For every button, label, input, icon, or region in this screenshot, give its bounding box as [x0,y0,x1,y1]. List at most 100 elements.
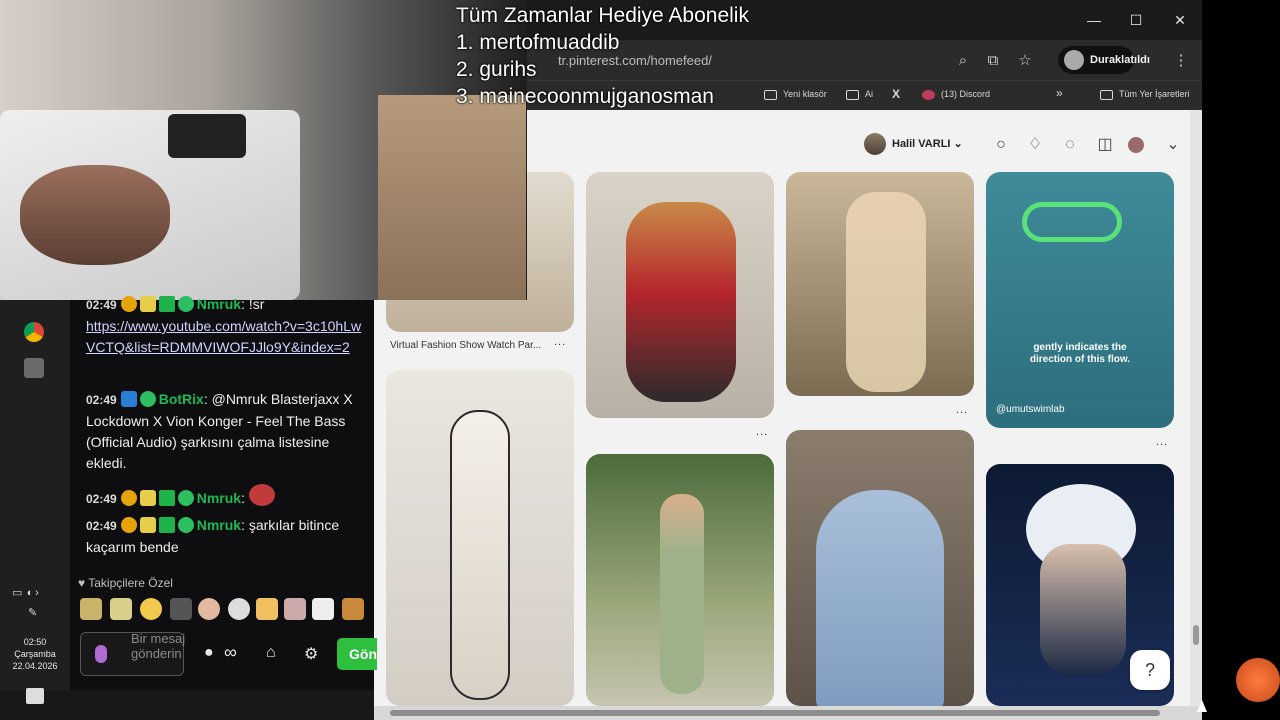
microphone-icon[interactable] [95,645,107,663]
search-icon[interactable]: ○ [990,134,1012,156]
chat-input-placeholder: Bir mesaj gönderin [131,631,186,661]
gift-badge-icon [158,296,175,312]
chrome-icon[interactable] [24,322,44,342]
emote-icon[interactable] [198,598,220,620]
overlay-rank-1: 1. mertofmuaddib [456,31,620,54]
sub-badge-icon [120,517,137,533]
maximize-icon[interactable]: ☐ [1122,8,1150,32]
chat-input[interactable]: Bir mesaj gönderin [80,631,185,676]
notification-bell-icon[interactable]: ♢ [1024,134,1046,156]
chat-link[interactable]: https://www.youtube.com/watch?v=3c10hLwV… [86,318,361,355]
emote-icon[interactable] [80,598,102,620]
account-switcher[interactable]: Halil VARLI ⌄ [864,130,963,158]
overlay-rank-3: 3. mainecoonmujganosman [456,85,714,108]
gift-badge-icon [158,490,175,506]
sub-badge-icon [120,296,137,312]
emote-icon[interactable] [284,598,306,620]
emote-icon[interactable] [140,598,162,620]
install-icon[interactable]: ⧉ [982,50,1004,72]
pin-figure [846,192,926,392]
pin-blue-gown[interactable] [786,430,974,706]
emote-icon[interactable] [170,598,192,620]
profile-label: Duraklatıldı [1090,54,1150,66]
overlay-title: Tüm Zamanlar Hediye Abonelik [456,4,749,27]
bookmark-discord[interactable]: (13) Discord [922,89,990,100]
discord-icon [922,89,935,100]
profile-button[interactable]: Duraklatıldı [1058,46,1150,74]
messages-icon[interactable]: ◌ [1059,134,1081,156]
pin-swim[interactable]: gently indicates the direction of this f… [986,172,1174,428]
help-button[interactable]: ? [1130,650,1170,690]
bookmark-yeni-klasor[interactable]: Yeni klasör [764,89,827,100]
folder-icon [764,89,777,100]
chat-message: 02:49 Nmruk: !sr https://www.youtube.com/… [86,296,362,355]
emote-icon[interactable] [256,598,278,620]
gift-leaderboard-overlay: Tüm Zamanlar Hediye Abonelik 1. mertofmu… [456,2,749,110]
taskbar-bottom [0,688,374,720]
webcam-person [20,165,170,265]
verified-badge-icon [139,391,156,407]
close-icon[interactable]: ✕ [1166,8,1194,32]
pin-archer[interactable] [786,172,974,396]
sub-badge-icon [120,490,137,506]
emote-icon[interactable] [228,598,250,620]
bot-badge-icon [120,391,137,407]
pin-figure [626,202,736,402]
profile-avatar-icon[interactable] [1128,137,1144,153]
minimize-icon[interactable]: — [1080,8,1108,32]
vertical-scrollbar[interactable] [1190,110,1202,710]
store-icon[interactable]: ⌂ [266,644,276,662]
chat-username[interactable]: Nmruk [197,296,241,312]
bookmarks-overflow-icon[interactable]: » [1056,86,1063,100]
infinity-icon[interactable]: ∞ [224,642,237,663]
emote-icon[interactable] [312,598,334,620]
webcam-device [168,114,246,158]
bookmark-ai[interactable]: Ai [846,89,873,100]
chat-username[interactable]: BotRix [159,391,204,407]
gift-badge-icon [158,517,175,533]
chat-username[interactable]: Nmruk [197,490,241,506]
scrollbar-thumb[interactable] [390,710,1160,716]
emote-badge-icon [139,490,156,506]
menu-kebab-icon[interactable]: ⋮ [1170,50,1192,72]
bookmark-x[interactable]: X [892,87,900,101]
pin-luffy[interactable] [586,172,774,418]
overlay-rank-2: 2. gurihs [456,58,537,81]
emote-icon [248,484,275,506]
pin-more-icon[interactable]: ... [1156,436,1168,448]
webcam-feed [0,0,527,300]
pin-jumpsuit[interactable] [386,370,574,706]
bookmark-all[interactable]: Tüm Yer İşaretleri [1100,89,1190,100]
bookmark-star-icon[interactable]: ☆ [1014,50,1036,72]
pen-icon[interactable]: ✎ [28,606,37,619]
followers-only-label: ♥ Takipçilere Özel [78,576,173,590]
user-avatar [864,133,886,156]
pin-figure [660,494,704,694]
chat-username[interactable]: Nmruk [197,517,241,533]
screen: { "overlay": { "title": "Tüm Zamanlar He… [0,0,1280,720]
send-button[interactable]: Gönder [337,638,377,670]
scrollbar-thumb[interactable] [1193,625,1199,645]
pin-more-icon[interactable]: ... [756,426,768,438]
pin-watermark: @umutswimlab [996,404,1065,415]
pin-more-icon[interactable]: ... [956,404,968,416]
chevron-down-icon[interactable]: ⌄ [1162,134,1184,156]
action-center-icon[interactable] [26,688,44,704]
settings-gear-icon[interactable]: ⚙ [304,644,318,664]
zoom-icon[interactable]: ⌕ [952,50,974,72]
fox-mascot-icon [1236,658,1280,702]
updates-icon[interactable]: ◫ [1094,134,1116,156]
profile-avatar [1064,50,1084,70]
emote-icon[interactable] [110,598,132,620]
taskbar-clock[interactable]: 02:50 Çarşamba 22.04.2026 [0,636,70,672]
bits-icon[interactable]: ● [204,644,214,662]
emote-icon[interactable] [342,598,364,620]
app-icon[interactable] [24,358,44,378]
pin-figure [450,410,510,700]
horizontal-scrollbar[interactable] [374,706,1202,720]
tray-icons[interactable]: ▭ ◖ › [12,586,39,599]
folder-icon [1100,89,1113,100]
chat-message: 02:49 Nmruk: şarkılar bitince kaçarım ben… [86,517,340,555]
pin-more-icon[interactable]: ... [554,336,566,348]
pin-green-dress[interactable] [586,454,774,706]
